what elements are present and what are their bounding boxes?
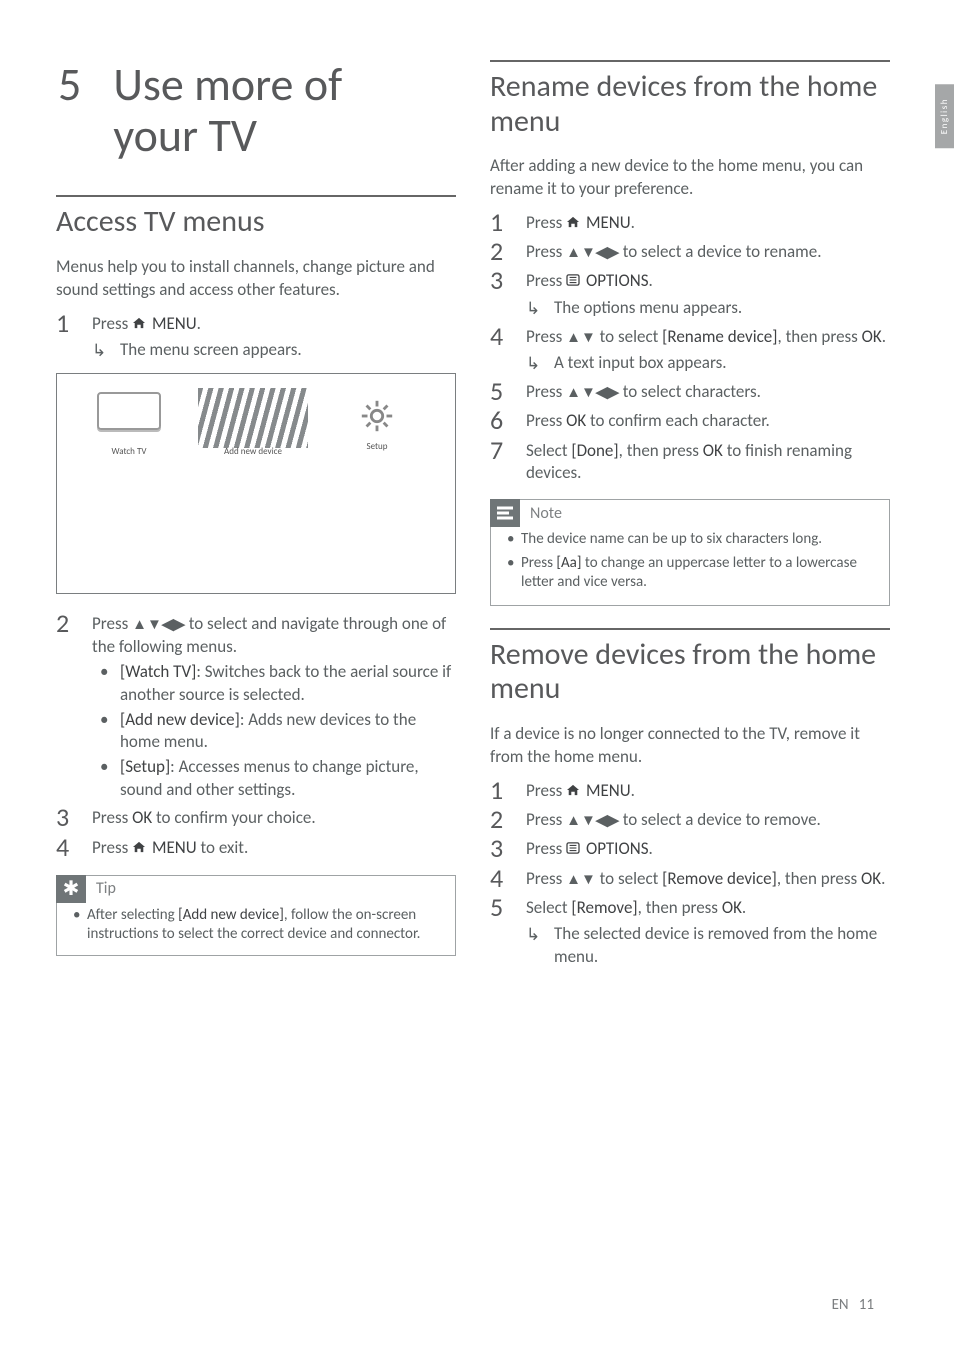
rename-step-2: 2 Press ▲▼◀▶ to select a device to renam… (490, 238, 890, 265)
bullet-dot: • (92, 661, 120, 684)
options-icon (566, 274, 580, 286)
tip-bold: [Add new device] (178, 906, 284, 924)
menu-add-new-device: Add new device (203, 392, 303, 457)
options-icon (566, 842, 580, 854)
remove-step-5-sub: ↳ The selected device is removed from th… (490, 923, 890, 969)
home-icon (566, 784, 580, 796)
page-content: 5 Use more of your TV Access TV menus Me… (0, 0, 954, 1009)
bullet-watch-tv: • [Watch TV]: Switches back to the aeria… (56, 661, 456, 707)
step-1-sub: ↳ The menu screen appears. (56, 339, 456, 363)
chapter-line-2: your TV (113, 108, 257, 164)
bullet-setup: • [Setup]: Accesses menus to change pict… (56, 756, 456, 802)
bullet-setup-label: [Setup] (120, 756, 170, 777)
step-2: 2 Press ▲▼◀▶ to select and navigate thro… (56, 610, 456, 659)
rename-step-7: 7 Select [Done], then press OK to finish… (490, 437, 890, 486)
result-arrow-icon: ↳ (526, 352, 554, 376)
footer-lang: EN (832, 1296, 849, 1314)
updown-arrows-icon: ▲▼ (566, 871, 596, 888)
menu-add-caption: Add new device (224, 446, 282, 457)
nav-arrows-icon: ▲▼◀▶ (566, 384, 619, 401)
section-rename: Rename devices from the home menu (490, 60, 890, 139)
tip-label: Tip (86, 879, 116, 898)
step-3-num: 3 (56, 804, 92, 831)
left-column: 5 Use more of your TV Access TV menus Me… (56, 60, 456, 969)
home-menu-illustration: Watch TV Add new device Setup (56, 373, 456, 594)
step-1-num: 1 (56, 310, 92, 337)
step-1-menu-label: MENU (152, 313, 197, 334)
step-4-a: Press (92, 837, 132, 858)
result-arrow-icon: ↳ (526, 923, 554, 947)
gear-icon (358, 397, 396, 435)
remove-step-2: 2 Press ▲▼◀▶ to select a device to remov… (490, 806, 890, 833)
bullet-dot: • (92, 709, 120, 732)
remove-step-5: 5 Select [Remove], then press OK. (490, 894, 890, 921)
step-4: 4 Press MENU to exit. (56, 834, 456, 861)
step-3-a: Press (92, 807, 132, 828)
language-tab: English (935, 84, 954, 148)
step-3-b: to confirm your choice. (152, 807, 315, 828)
rename-step-4-sub: ↳ A text input box appears. (490, 352, 890, 376)
page-footer: EN 11 (832, 1296, 874, 1314)
bullet-add-device: • [Add new device]: Adds new devices to … (56, 709, 456, 755)
menu-watch-caption: Watch TV (112, 446, 147, 457)
home-icon (566, 216, 580, 228)
rename-step-3: 3 Press OPTIONS. (490, 267, 890, 294)
tip-box: ✱ Tip • After selecting [Add new device]… (56, 875, 456, 956)
updown-arrows-icon: ▲▼ (566, 329, 596, 346)
nav-arrows-icon: ▲▼◀▶ (566, 812, 619, 829)
step-4-num: 4 (56, 834, 92, 861)
menu-watch-tv: Watch TV (79, 392, 179, 457)
section-access-menus: Access TV menus (56, 195, 456, 240)
bullet-dot: • (503, 530, 521, 550)
bullet-dot: • (92, 756, 120, 779)
step-1: 1 Press MENU. (56, 310, 456, 337)
note-icon (490, 499, 520, 527)
section-remove: Remove devices from the home menu (490, 628, 890, 707)
rename-step-1: 1 Press MENU. (490, 209, 890, 236)
rename-intro: After adding a new device to the home me… (490, 155, 890, 201)
rename-step-5: 5 Press ▲▼◀▶ to select characters. (490, 378, 890, 405)
menu-setup-caption: Setup (366, 441, 387, 452)
menu-setup: Setup (327, 392, 427, 457)
bullet-dot: • (69, 906, 87, 945)
rename-step-6: 6 Press OK to confirm each character. (490, 407, 890, 434)
nav-arrows-icon: ▲▼◀▶ (566, 244, 619, 261)
chapter-title: 5 Use more of your TV (56, 60, 456, 185)
remove-step-4: 4 Press ▲▼ to select [Remove device], th… (490, 865, 890, 892)
step-1-dot: . (197, 313, 201, 334)
tip-icon: ✱ (56, 875, 86, 903)
home-icon (132, 841, 146, 853)
remove-step-3: 3 Press OPTIONS. (490, 835, 890, 862)
step-4-menu: MENU (152, 837, 197, 858)
step-3: 3 Press OK to confirm your choice. (56, 804, 456, 831)
nav-arrows-icon: ▲▼◀▶ (132, 616, 185, 633)
tip-a: After selecting (87, 906, 178, 924)
step-3-ok: OK (132, 807, 152, 828)
home-icon (132, 317, 146, 329)
right-column: Rename devices from the home menu After … (490, 60, 890, 969)
remove-step-1: 1 Press MENU. (490, 777, 890, 804)
footer-page: 11 (859, 1296, 874, 1314)
chapter-line-1: Use more of (113, 57, 342, 113)
bullet-watch-label: [Watch TV] (120, 661, 196, 682)
step-4-b: to exit. (197, 837, 249, 858)
result-arrow-icon: ↳ (526, 297, 554, 321)
rename-step-3-sub: ↳ The options menu appears. (490, 297, 890, 321)
chapter-number: 5 (58, 60, 81, 161)
note-label: Note (520, 504, 562, 523)
remove-intro: If a device is no longer connected to th… (490, 723, 890, 769)
step-1-sub-text: The menu screen appears. (120, 339, 456, 362)
access-intro: Menus help you to install channels, chan… (56, 256, 456, 302)
step-1-press: Press (92, 313, 132, 334)
note-1: The device name can be up to six charact… (521, 530, 877, 550)
bullet-dot: • (503, 554, 521, 593)
rename-step-4: 4 Press ▲▼ to select [Rename device], th… (490, 323, 890, 350)
step-2-a: Press (92, 613, 132, 634)
result-arrow-icon: ↳ (92, 339, 120, 363)
step-2-num: 2 (56, 610, 92, 637)
bullet-add-label: [Add new device] (120, 709, 240, 730)
note-box: Note • The device name can be up to six … (490, 499, 890, 606)
